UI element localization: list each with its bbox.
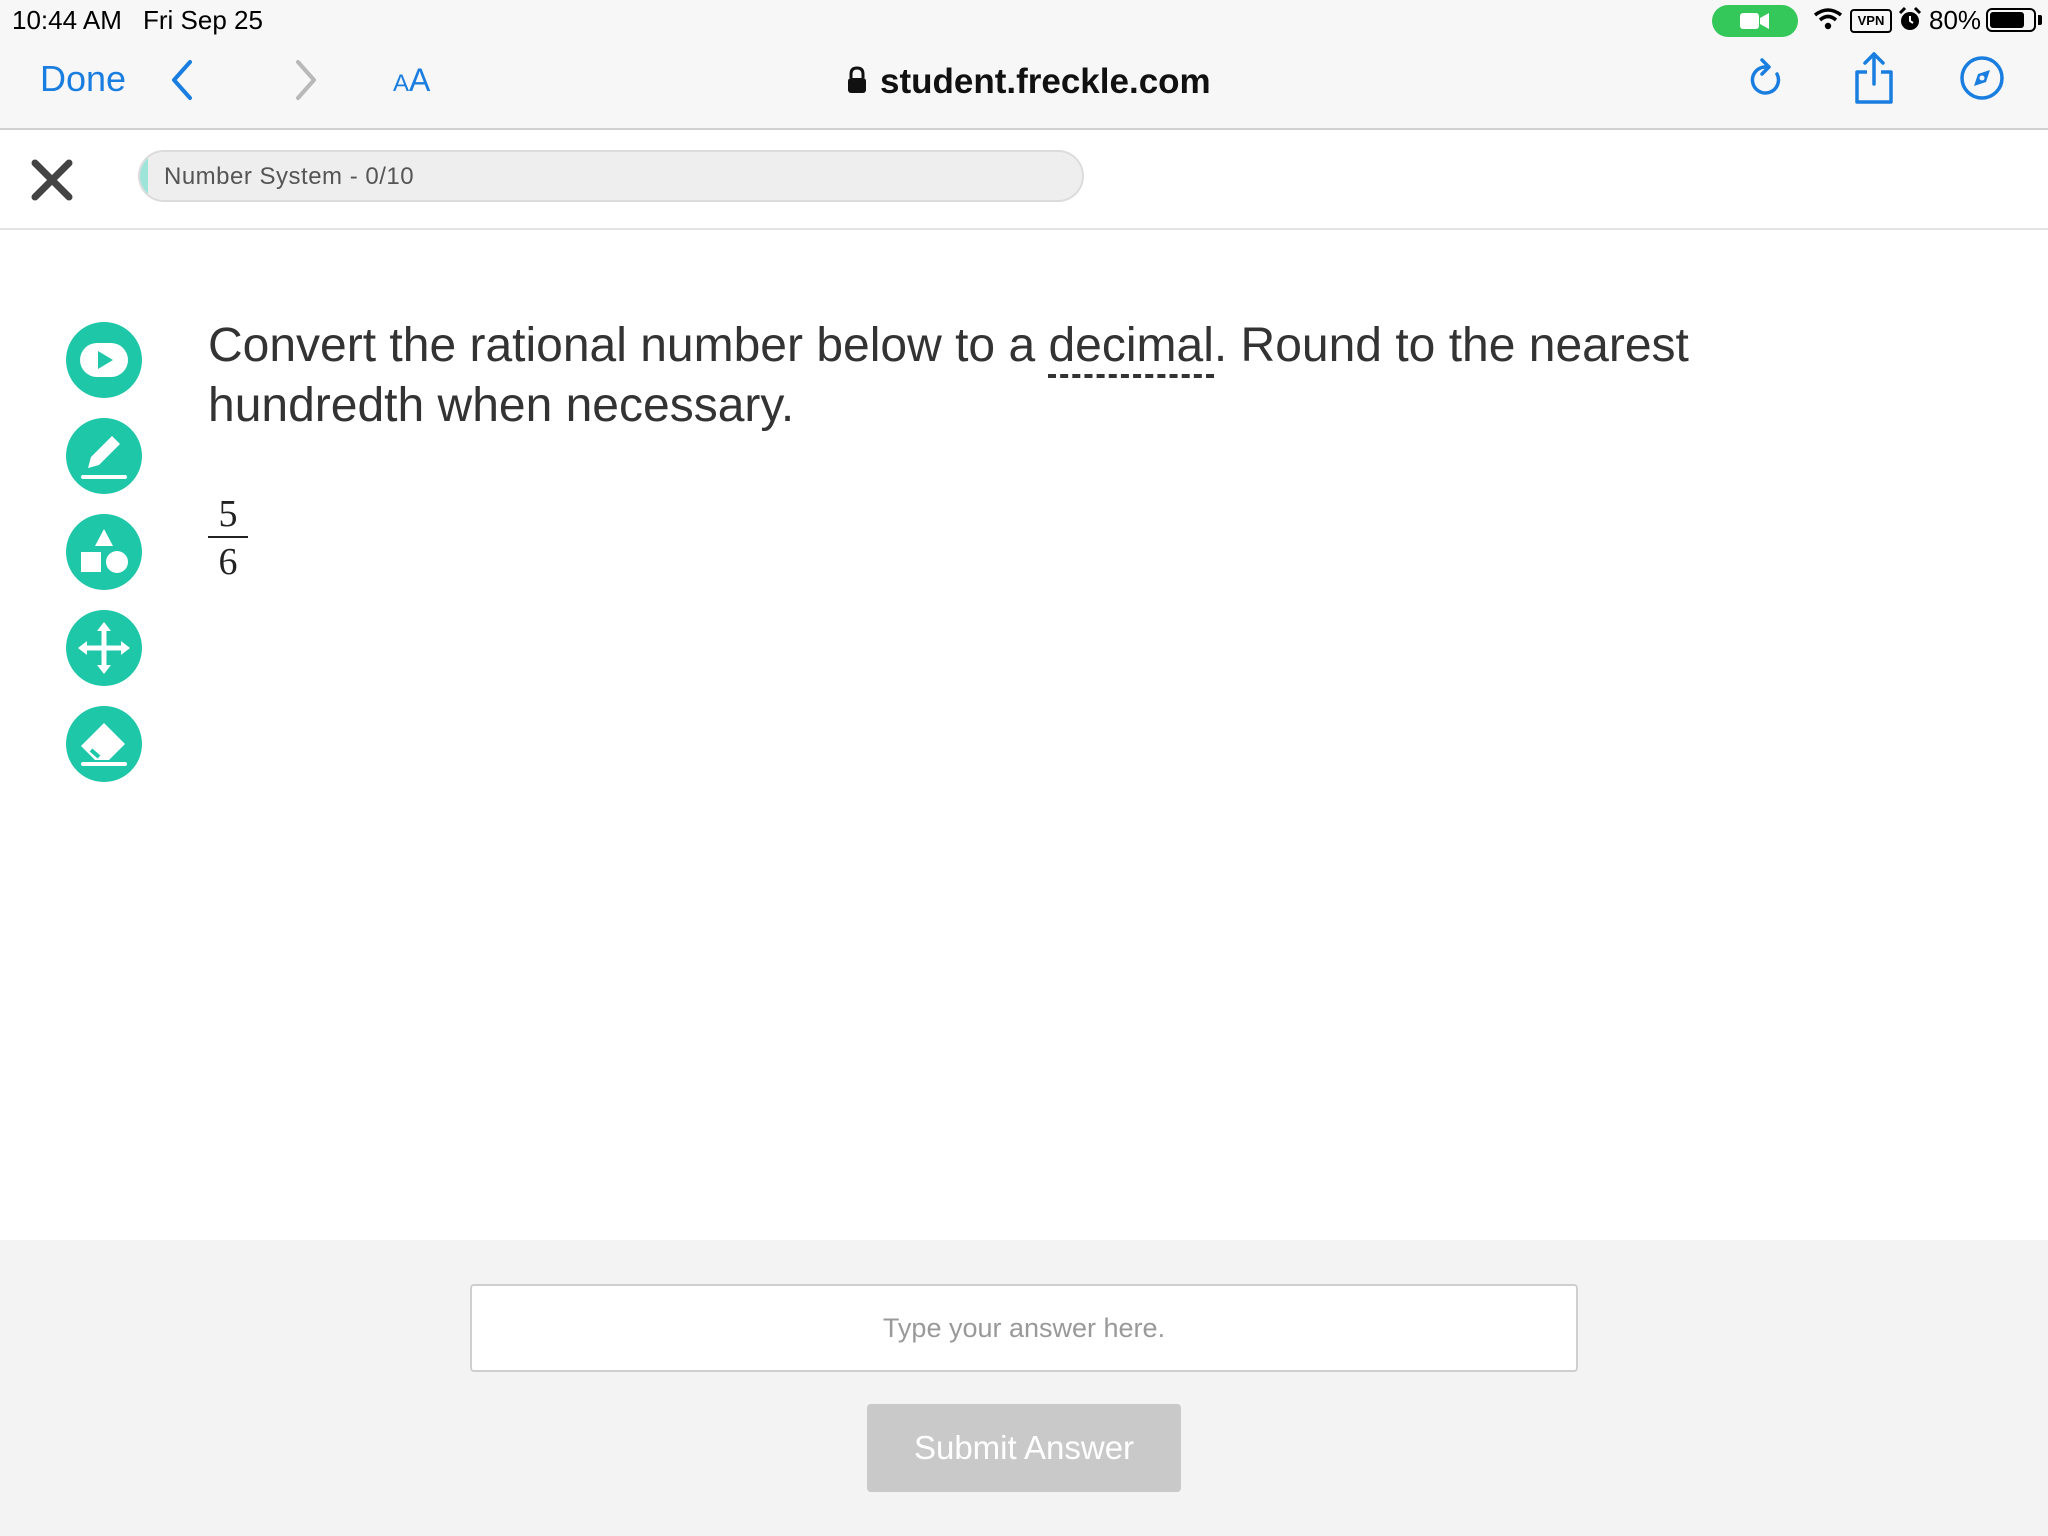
status-time: 10:44 AM xyxy=(12,5,122,35)
question-prompt: Convert the rational number below to a d… xyxy=(208,316,1848,436)
submit-answer-button[interactable]: Submit Answer xyxy=(867,1404,1181,1492)
progress-label: Number System - 0/10 xyxy=(164,163,415,190)
wifi-icon xyxy=(1813,7,1843,36)
answer-input[interactable] xyxy=(470,1284,1578,1372)
fraction-denominator: 6 xyxy=(218,541,238,583)
address-bar[interactable]: student.freckle.com xyxy=(840,56,1211,106)
battery-level xyxy=(1990,12,2024,28)
done-button[interactable]: Done xyxy=(40,58,126,100)
back-chevron-icon[interactable] xyxy=(166,56,196,109)
text-size-button[interactable]: AA xyxy=(393,62,430,99)
vocab-term-decimal[interactable]: decimal xyxy=(1048,319,1214,378)
app-header: Number System - 0/10 xyxy=(0,130,2048,230)
text-size-large: A xyxy=(409,62,431,98)
reload-icon[interactable] xyxy=(1744,56,1788,109)
url-text: student.freckle.com xyxy=(880,62,1211,101)
browser-toolbar: Done AA student.freckle.com xyxy=(0,44,2048,130)
battery-tip xyxy=(2038,15,2042,25)
question-text-before: Convert the rational number below to a xyxy=(208,319,1049,372)
forward-chevron-icon xyxy=(292,56,322,109)
alarm-icon xyxy=(1898,6,1922,39)
status-bar: 10:44 AM Fri Sep 25 VPN 80% xyxy=(0,0,2048,44)
facetime-camera-icon[interactable] xyxy=(1712,5,1798,37)
vpn-icon: VPN xyxy=(1850,9,1892,33)
answer-area: Submit Answer xyxy=(0,1240,2048,1536)
share-icon[interactable] xyxy=(1852,50,1896,111)
fraction-bar xyxy=(208,536,248,538)
text-size-small: A xyxy=(393,70,410,97)
shapes-icon[interactable] xyxy=(66,514,142,590)
move-arrows-icon[interactable] xyxy=(66,610,142,686)
eraser-icon[interactable] xyxy=(66,706,142,782)
battery-percent: 80% xyxy=(1929,5,1982,35)
pencil-icon[interactable] xyxy=(66,418,142,494)
battery-icon xyxy=(1986,8,2036,32)
fraction-numerator: 5 xyxy=(218,493,238,535)
video-play-icon[interactable] xyxy=(66,322,142,398)
progress-fill xyxy=(140,152,148,200)
compass-icon[interactable] xyxy=(1958,54,2006,107)
fraction: 5 6 xyxy=(208,494,248,582)
close-icon[interactable] xyxy=(30,158,74,207)
progress-bar: Number System - 0/10 xyxy=(138,150,1084,202)
lock-icon xyxy=(846,66,868,99)
status-date: Fri Sep 25 xyxy=(143,5,263,35)
